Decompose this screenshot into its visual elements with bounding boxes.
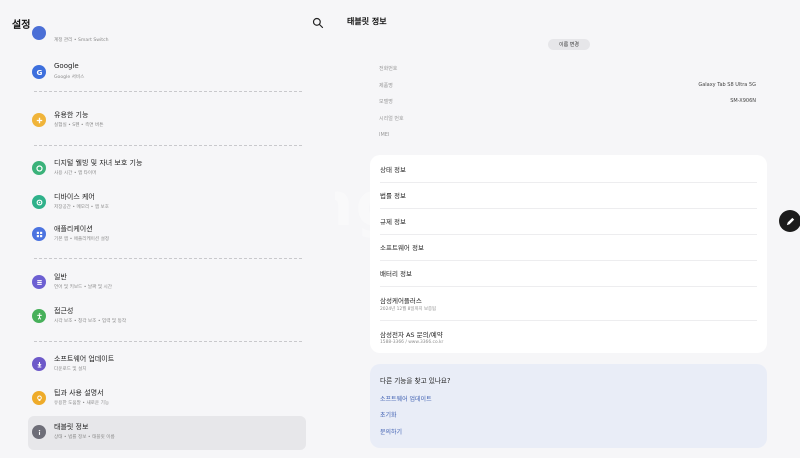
menu-samsung-care-plus[interactable]: 삼성케어플러스 2024년 12월 8일까지 보증됨	[380, 289, 757, 321]
settings-item-title: 디지털 웰빙 및 자녀 보호 기능	[54, 159, 143, 167]
menu-regulatory-info[interactable]: 규제 정보	[380, 209, 757, 235]
settings-item-subtitle: 저장공간 • 메모리 • 앱 보호	[54, 205, 109, 210]
software-update-icon	[32, 357, 46, 371]
menu-title: 삼성케어플러스	[380, 297, 422, 305]
divider	[34, 258, 302, 259]
menu-title: 배터리 정보	[380, 270, 412, 278]
menu-status-info[interactable]: 상태 정보	[380, 157, 757, 183]
edit-fab-button[interactable]	[779, 210, 800, 232]
settings-item-subtitle: 언어 및 키보드 • 날짜 및 시간	[54, 285, 112, 290]
settings-item-subtitle: 사용 시간 • 앱 타이머	[54, 171, 97, 176]
link-reset[interactable]: 초기화	[380, 410, 397, 419]
settings-item-subtitle: 실험실 • S펜 • 측면 버튼	[54, 123, 104, 128]
menu-battery-info[interactable]: 배터리 정보	[380, 261, 757, 287]
menu-title: 상태 정보	[380, 166, 406, 174]
menu-title: 규제 정보	[380, 218, 406, 226]
settings-item-title: 디바이스 케어	[54, 193, 95, 201]
info-label: 전화번호	[379, 66, 398, 72]
search-icon	[312, 17, 324, 29]
settings-item-subtitle: Google 서비스	[54, 75, 85, 80]
divider	[34, 91, 302, 92]
settings-item-accessibility[interactable]: 접근성 시각 보조 • 청각 보조 • 입력 및 동작	[28, 300, 306, 334]
info-menu-card: 상태 정보 법률 정보 규제 정보 소프트웨어 정보 배터리 정보 삼성케어플러…	[370, 155, 767, 353]
settings-item-useful-features[interactable]: 유용한 기능 실험실 • S펜 • 측면 버튼	[28, 104, 306, 138]
settings-item-software-update[interactable]: 소프트웨어 업데이트 다운로드 및 설치	[28, 348, 306, 382]
google-icon: G	[32, 65, 46, 79]
settings-item-title: 팁과 사용 설명서	[54, 389, 104, 397]
accessibility-icon	[32, 309, 46, 323]
menu-title: 소프트웨어 정보	[380, 244, 424, 252]
link-software-update[interactable]: 소프트웨어 업데이트	[380, 394, 432, 403]
settings-item-subtitle: 시각 보조 • 청각 보조 • 입력 및 동작	[54, 319, 127, 324]
menu-subtitle: 2024년 12월 8일까지 보증됨	[380, 307, 437, 312]
menu-title: 삼성전자 AS 문의/예약	[380, 331, 443, 339]
search-button[interactable]	[312, 14, 328, 30]
settings-item-title: 애플리케이션	[54, 225, 93, 233]
looking-for-something-card: 다른 기능을 찾고 있나요? 소프트웨어 업데이트 초기화 문의하기	[370, 364, 767, 448]
settings-item-device-care[interactable]: 디바이스 케어 저장공간 • 메모리 • 앱 보호	[28, 186, 306, 220]
rename-button[interactable]: 이름 변경	[548, 39, 590, 50]
info-row-imei: IMEI	[379, 129, 756, 141]
menu-subtitle: 1588-3366 / www.3366.co.kr	[380, 340, 444, 345]
settings-item-subtitle: 다운로드 및 설치	[54, 367, 87, 372]
info-label: IMEI	[379, 132, 390, 138]
settings-panel: 설정 계정 관리 • Smart Switch G Google Google …	[0, 0, 335, 458]
settings-item-applications[interactable]: 애플리케이션 기본 앱 • 애플리케이션 설정	[28, 218, 306, 252]
wellbeing-icon	[32, 161, 46, 175]
settings-item-digital-wellbeing[interactable]: 디지털 웰빙 및 자녀 보호 기능 사용 시간 • 앱 타이머	[28, 152, 306, 186]
menu-software-info[interactable]: 소프트웨어 정보	[380, 235, 757, 261]
settings-item-title: 접근성	[54, 307, 74, 315]
svg-text:G: G	[36, 68, 42, 77]
settings-item-subtitle: 상태 • 법률 정보 • 태블릿 이름	[54, 435, 115, 440]
page-title: 태블릿 정보	[347, 17, 387, 26]
settings-item-subtitle: 기본 앱 • 애플리케이션 설정	[54, 237, 110, 242]
info-row-product: 제품명 Galaxy Tab S8 Ultra 5G	[379, 79, 756, 91]
info-label: 시리얼 번호	[379, 116, 404, 122]
divider	[34, 341, 302, 342]
device-care-icon	[32, 195, 46, 209]
plus-icon	[32, 113, 46, 127]
find-title: 다른 기능을 찾고 있나요?	[380, 377, 451, 385]
info-value: Galaxy Tab S8 Ultra 5G	[698, 82, 756, 88]
settings-item-title: 태블릿 정보	[54, 423, 89, 431]
menu-legal-info[interactable]: 법률 정보	[380, 183, 757, 209]
settings-item-title: 유용한 기능	[54, 111, 89, 119]
settings-item-google[interactable]: G Google Google 서비스	[28, 56, 306, 90]
settings-item-subtitle: 유용한 도움말 • 새로운 기능	[54, 401, 110, 406]
settings-item-tips[interactable]: 팁과 사용 설명서 유용한 도움말 • 새로운 기능	[28, 382, 306, 416]
info-row-phone: 전화번호	[379, 62, 756, 74]
settings-title: 설정	[12, 20, 31, 31]
general-menu-icon	[32, 275, 46, 289]
link-contact-us[interactable]: 문의하기	[380, 427, 402, 436]
info-label: 제품명	[379, 83, 393, 89]
account-icon	[32, 26, 46, 40]
settings-item-subtitle: 계정 관리 • Smart Switch	[54, 38, 109, 43]
settings-item-title: Google	[54, 62, 79, 70]
apps-grid-icon	[32, 227, 46, 241]
lightbulb-icon	[32, 391, 46, 405]
info-row-serial: 시리얼 번호	[379, 112, 756, 124]
settings-item-general[interactable]: 일반 언어 및 키보드 • 날짜 및 시간	[28, 266, 306, 300]
menu-samsung-as[interactable]: 삼성전자 AS 문의/예약 1588-3366 / www.3366.co.kr	[380, 323, 757, 351]
pencil-icon	[786, 217, 794, 225]
info-value: SM-X906N	[730, 98, 756, 104]
tablet-info-panel: 태블릿 정보 이름 변경 전화번호 제품명 Galaxy Tab S8 Ultr…	[335, 0, 800, 458]
info-icon	[32, 425, 46, 439]
info-row-model: 모델명 SM-X906N	[379, 95, 756, 107]
settings-item-tablet-info[interactable]: 태블릿 정보 상태 • 법률 정보 • 태블릿 이름	[28, 416, 306, 450]
menu-title: 법률 정보	[380, 192, 406, 200]
divider	[34, 145, 302, 146]
settings-item-accounts[interactable]: 계정 관리 • Smart Switch	[28, 26, 306, 46]
info-label: 모델명	[379, 99, 393, 105]
settings-item-title: 소프트웨어 업데이트	[54, 355, 115, 363]
settings-item-title: 일반	[54, 273, 67, 281]
